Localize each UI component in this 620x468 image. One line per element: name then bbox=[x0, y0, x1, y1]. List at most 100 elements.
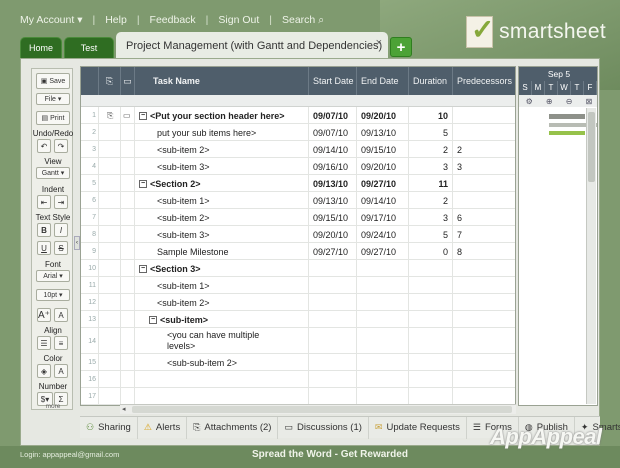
close-icon[interactable]: × bbox=[376, 37, 382, 49]
end-date-cell[interactable]: 09/24/10 bbox=[357, 226, 409, 243]
end-date-cell[interactable]: 09/27/10 bbox=[357, 243, 409, 260]
font-family-select[interactable]: Arial ▾ bbox=[36, 270, 70, 282]
fill-color-icon[interactable]: ◈ bbox=[37, 364, 51, 378]
table-row[interactable]: 8 <sub-item 3> 09/20/10 09/24/10 5 7 bbox=[81, 226, 515, 243]
comment-cell[interactable] bbox=[121, 141, 135, 158]
discussions-button[interactable]: ▭ Discussions (1) bbox=[278, 416, 369, 439]
underline-button[interactable]: U bbox=[37, 241, 51, 255]
comment-cell[interactable] bbox=[121, 328, 135, 354]
duration-cell[interactable] bbox=[409, 354, 453, 371]
predecessors-cell[interactable]: 7 bbox=[453, 226, 515, 243]
end-date-cell[interactable] bbox=[357, 388, 409, 405]
comment-cell[interactable]: ▭ bbox=[121, 107, 135, 124]
comment-cell[interactable] bbox=[121, 277, 135, 294]
attachment-cell[interactable] bbox=[99, 209, 121, 226]
comment-cell[interactable] bbox=[121, 354, 135, 371]
spread-the-word-link[interactable]: Spread the Word - Get Rewarded bbox=[252, 449, 408, 460]
duration-cell[interactable]: 11 bbox=[409, 175, 453, 192]
gantt-settings-icon[interactable]: ⚙ bbox=[526, 97, 533, 106]
end-date-cell[interactable] bbox=[357, 354, 409, 371]
task-name-cell[interactable]: − <Section 2> bbox=[135, 175, 309, 192]
attachment-cell[interactable] bbox=[99, 354, 121, 371]
predecessors-cell[interactable] bbox=[453, 107, 515, 124]
start-date-cell[interactable]: 09/20/10 bbox=[309, 226, 357, 243]
table-row[interactable]: 2 put your sub items here> 09/07/10 09/13/1… bbox=[81, 124, 515, 141]
align-center-icon[interactable]: ≡ bbox=[54, 336, 68, 350]
predecessors-header[interactable]: Predecessors bbox=[453, 67, 515, 95]
scroll-thumb[interactable] bbox=[588, 112, 595, 182]
attachment-cell[interactable] bbox=[99, 175, 121, 192]
attachment-cell[interactable] bbox=[99, 260, 121, 277]
end-date-cell[interactable] bbox=[357, 277, 409, 294]
collapse-toggle-icon[interactable]: − bbox=[139, 111, 147, 120]
comment-cell[interactable] bbox=[121, 371, 135, 388]
start-date-cell[interactable]: 09/13/10 bbox=[309, 175, 357, 192]
comment-cell[interactable] bbox=[121, 209, 135, 226]
sharing-button[interactable]: ⚇ Sharing bbox=[80, 416, 138, 439]
attachment-cell[interactable] bbox=[99, 243, 121, 260]
sign-out-link[interactable]: Sign Out bbox=[218, 14, 259, 26]
update-requests-button[interactable]: ✉ Update Requests bbox=[369, 416, 467, 439]
start-date-cell[interactable]: 09/14/10 bbox=[309, 141, 357, 158]
attachment-cell[interactable] bbox=[99, 277, 121, 294]
end-date-cell[interactable] bbox=[357, 260, 409, 277]
comment-cell[interactable] bbox=[121, 158, 135, 175]
predecessors-cell[interactable] bbox=[453, 277, 515, 294]
task-name-cell[interactable]: − <sub-item> bbox=[135, 311, 309, 328]
comment-cell[interactable] bbox=[121, 226, 135, 243]
predecessors-cell[interactable]: 6 bbox=[453, 209, 515, 226]
start-date-cell[interactable] bbox=[309, 260, 357, 277]
table-row[interactable]: 1 ⎘ ▭ − <Put your section header here> 09/07/… bbox=[81, 107, 515, 124]
close-gantt-icon[interactable]: ⊠ bbox=[586, 97, 593, 106]
horizontal-scrollbar[interactable]: ◂ bbox=[120, 404, 516, 414]
predecessors-cell[interactable] bbox=[453, 124, 515, 141]
increase-font-icon[interactable]: A⁺ bbox=[37, 308, 51, 322]
attachment-cell[interactable] bbox=[99, 192, 121, 209]
start-date-cell[interactable] bbox=[309, 294, 357, 311]
table-row[interactable]: 9 Sample Milestone 09/27/10 09/27/10 0 8 bbox=[81, 243, 515, 260]
task-name-cell[interactable]: <sub-item 3> bbox=[135, 226, 309, 243]
duration-cell[interactable]: 2 bbox=[409, 192, 453, 209]
tab-home[interactable]: Home bbox=[20, 37, 62, 59]
italic-button[interactable]: I bbox=[54, 223, 68, 237]
task-name-cell[interactable]: − <Section 3> bbox=[135, 260, 309, 277]
task-name-cell[interactable]: <sub-sub-item 2> bbox=[135, 354, 309, 371]
table-row[interactable]: 6 <sub-item 1> 09/13/10 09/14/10 2 bbox=[81, 192, 515, 209]
strikethrough-button[interactable]: S bbox=[54, 241, 68, 255]
duration-cell[interactable] bbox=[409, 311, 453, 328]
comment-cell[interactable] bbox=[121, 192, 135, 209]
end-date-cell[interactable]: 09/14/10 bbox=[357, 192, 409, 209]
gantt-bar-summary[interactable] bbox=[549, 114, 585, 119]
start-date-cell[interactable] bbox=[309, 371, 357, 388]
save-button[interactable]: ▣ Save bbox=[36, 73, 70, 89]
comment-cell[interactable] bbox=[121, 124, 135, 141]
predecessors-cell[interactable] bbox=[453, 354, 515, 371]
duration-cell[interactable] bbox=[409, 294, 453, 311]
end-date-cell[interactable] bbox=[357, 294, 409, 311]
attachment-cell[interactable]: ⎘ bbox=[99, 107, 121, 124]
collapse-toggle-icon[interactable]: − bbox=[149, 315, 157, 324]
end-date-cell[interactable] bbox=[357, 311, 409, 328]
start-date-cell[interactable] bbox=[309, 328, 357, 354]
search-link[interactable]: Search bbox=[282, 14, 315, 26]
comment-icon[interactable]: ▭ bbox=[123, 111, 131, 120]
end-date-cell[interactable]: 09/17/10 bbox=[357, 209, 409, 226]
predecessors-cell[interactable]: 2 bbox=[453, 141, 515, 158]
predecessors-cell[interactable] bbox=[453, 388, 515, 405]
print-button[interactable]: ▤ Print bbox=[36, 111, 70, 125]
vertical-scrollbar[interactable] bbox=[586, 108, 596, 404]
task-name-cell[interactable]: <sub-item 2> bbox=[135, 294, 309, 311]
predecessors-cell[interactable]: 3 bbox=[453, 158, 515, 175]
add-sheet-button[interactable]: + bbox=[390, 37, 412, 57]
attachment-cell[interactable] bbox=[99, 328, 121, 354]
gantt-bar[interactable] bbox=[549, 131, 585, 135]
comment-cell[interactable] bbox=[121, 175, 135, 192]
scroll-thumb[interactable] bbox=[132, 406, 512, 413]
task-name-cell[interactable]: Sample Milestone bbox=[135, 243, 309, 260]
table-row[interactable]: 13 − <sub-item> bbox=[81, 311, 515, 328]
end-date-cell[interactable]: 09/15/10 bbox=[357, 141, 409, 158]
redo-icon[interactable]: ↷ bbox=[54, 139, 68, 153]
attachment-cell[interactable] bbox=[99, 294, 121, 311]
start-date-cell[interactable] bbox=[309, 277, 357, 294]
end-date-cell[interactable]: 09/20/10 bbox=[357, 107, 409, 124]
